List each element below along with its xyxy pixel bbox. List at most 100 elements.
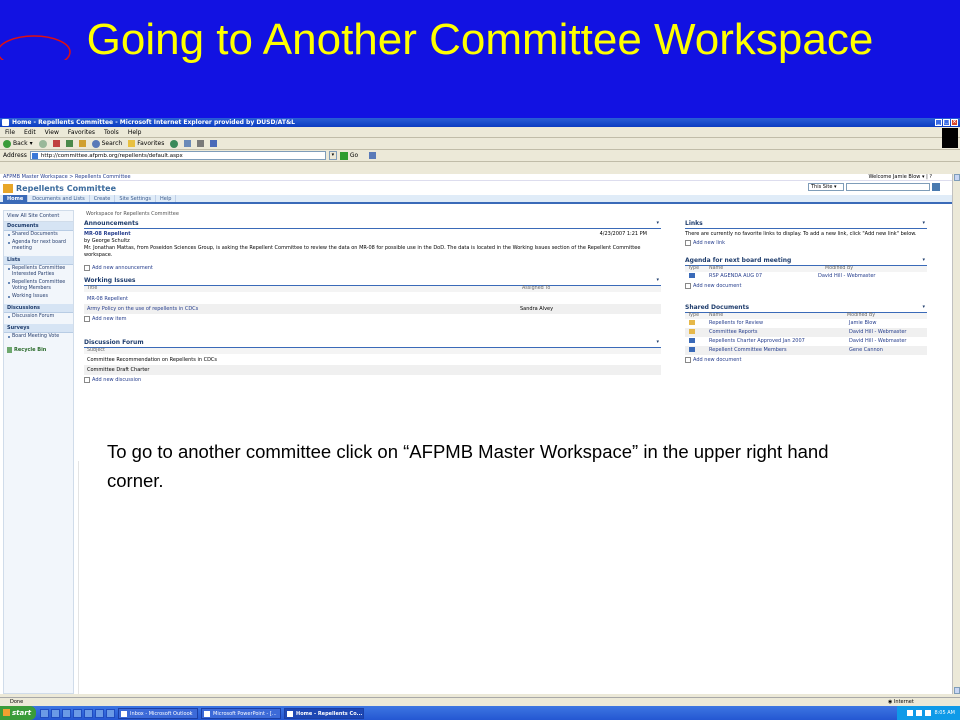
window-titlebar[interactable]: Home - Repellents Committee - Microsoft … (0, 118, 960, 127)
column-type[interactable]: Type (685, 266, 699, 271)
vertical-scrollbar[interactable] (952, 174, 960, 694)
column-assigned-to[interactable]: Assigned To (522, 286, 550, 292)
nav-item-agenda[interactable]: Agenda for next board meeting (4, 239, 73, 253)
tab-site-settings[interactable]: Site Settings (115, 195, 157, 202)
stop-icon[interactable] (52, 140, 60, 147)
site-title[interactable]: Repellents Committee (16, 184, 116, 193)
nav-item-interested-parties[interactable]: Repellents Committee Interested Parties (4, 265, 73, 279)
webpart-menu-icon[interactable]: ▾ (922, 220, 925, 226)
address-dropdown[interactable]: ▾ (328, 151, 337, 160)
webpart-menu-icon[interactable]: ▾ (922, 257, 925, 263)
webpart-menu-icon[interactable]: ▾ (922, 304, 925, 310)
shared-doc-name[interactable]: Repellents for Review (709, 319, 763, 328)
add-announcement-link[interactable]: Add new announcement (84, 265, 661, 271)
quicklaunch-desktop-icon[interactable] (40, 708, 50, 718)
add-agenda-document-link[interactable]: Add new document (685, 283, 927, 289)
tab-help[interactable]: Help (156, 195, 177, 202)
minimize-button[interactable]: _ (935, 119, 942, 126)
menu-file[interactable]: File (5, 127, 15, 137)
webpart-menu-icon[interactable]: ▾ (656, 220, 659, 226)
forward-arrow-icon[interactable] (38, 139, 47, 148)
shared-doc-name[interactable]: Repellents Charter Approved Jan 2007 (709, 337, 805, 346)
tray-icon[interactable] (925, 710, 932, 716)
shared-doc-modified[interactable]: David Hill - Webmaster (849, 328, 906, 337)
shared-doc-name[interactable]: Committee Reports (709, 328, 758, 337)
announcement-title[interactable]: MR-08 Repellent (84, 231, 131, 237)
quicklaunch-powerpoint-icon[interactable] (73, 708, 83, 718)
start-button[interactable]: start (0, 706, 37, 720)
close-button[interactable]: × (951, 119, 958, 126)
tab-home[interactable]: Home (3, 195, 29, 202)
menu-view[interactable]: View (45, 127, 59, 137)
breadcrumb-link[interactable]: AFPMB Master Workspace > Repellents Comm… (3, 174, 131, 180)
menu-edit[interactable]: Edit (24, 127, 36, 137)
webpart-menu-icon[interactable]: ▾ (656, 277, 659, 283)
shared-doc-modified[interactable]: Gene Cannon (849, 346, 883, 355)
column-type[interactable]: Type (685, 313, 699, 318)
add-discussion-link[interactable]: Add new discussion (84, 377, 661, 383)
refresh-icon[interactable] (65, 140, 73, 147)
add-shared-document-link[interactable]: Add new document (685, 357, 927, 363)
home-icon[interactable] (78, 140, 86, 147)
quicklaunch-word-icon[interactable] (51, 708, 61, 718)
search-scope-select[interactable]: This Site ▾ (808, 183, 844, 191)
scroll-down-arrow-icon[interactable] (954, 687, 960, 694)
task-internet-explorer[interactable]: Home - Repellents Co... (284, 707, 365, 719)
status-text: Done (10, 699, 24, 705)
add-link-link[interactable]: Add new link (685, 240, 927, 246)
issue-title[interactable]: MR-08 Repellent (84, 296, 128, 302)
menu-favorites[interactable]: Favorites (68, 127, 95, 137)
issue-title[interactable]: Army Policy on the use of repellents in … (84, 306, 198, 312)
quicklaunch-ie-icon[interactable] (95, 708, 105, 718)
agenda-doc-modified[interactable]: David Hill - Webmaster (818, 272, 875, 281)
search-input[interactable] (846, 183, 930, 191)
search-go-icon[interactable] (932, 183, 940, 191)
search-button[interactable]: Search (91, 138, 122, 150)
agenda-doc-name[interactable]: RSP AGENDA AUG 07 (709, 272, 762, 281)
menu-help[interactable]: Help (128, 127, 142, 137)
tray-icon[interactable] (916, 710, 923, 716)
shared-doc-modified[interactable]: Jamie Blow (849, 319, 876, 328)
nav-heading-lists[interactable]: Lists (4, 256, 73, 265)
tray-icon[interactable] (907, 710, 914, 716)
favorites-button[interactable]: Favorites (128, 138, 164, 150)
nav-heading-surveys[interactable]: Surveys (4, 324, 73, 333)
tab-create[interactable]: Create (90, 195, 116, 202)
quicklaunch-outlook-icon[interactable] (84, 708, 94, 718)
add-item-link[interactable]: Add new item (84, 316, 661, 322)
discussion-thread[interactable]: Committee Recommendation on Repellents i… (84, 355, 661, 365)
mail-icon[interactable] (184, 140, 192, 147)
column-subject[interactable]: Subject (84, 348, 661, 354)
shared-doc-name[interactable]: Repellent Committee Members (709, 346, 787, 355)
discussion-thread[interactable]: Committee Draft Charter (84, 365, 661, 375)
scroll-up-arrow-icon[interactable] (954, 174, 960, 181)
maximize-button[interactable]: □ (943, 119, 950, 126)
nav-item-shared-documents[interactable]: Shared Documents (4, 231, 73, 239)
go-button[interactable]: Go (339, 151, 358, 160)
column-title[interactable]: Title (84, 286, 97, 291)
address-input[interactable]: http://committee.afpmb.org/repellents/de… (29, 151, 326, 160)
nav-heading-discussions[interactable]: Discussions (4, 304, 73, 313)
webpart-menu-icon[interactable]: ▾ (656, 339, 659, 345)
print-icon[interactable] (197, 140, 205, 147)
history-icon[interactable] (170, 139, 179, 148)
task-outlook[interactable]: Inbox - Microsoft Outlook (118, 707, 199, 719)
nav-item-voting-members[interactable]: Repellents Committee Voting Members (4, 279, 73, 293)
nav-item-working-issues[interactable]: Working Issues (4, 293, 73, 301)
nav-item-board-meeting-vote[interactable]: Board Meeting Vote (4, 333, 73, 341)
quicklaunch-excel-icon[interactable] (62, 708, 72, 718)
recycle-bin-link[interactable]: Recycle Bin (4, 345, 73, 355)
view-all-content-link[interactable]: View All Site Content (4, 211, 73, 222)
links-header: Links ▾ (685, 220, 927, 229)
links-icon[interactable] (369, 152, 377, 159)
menu-tools[interactable]: Tools (104, 127, 119, 137)
quicklaunch-folder-icon[interactable] (106, 708, 116, 718)
tab-documents-and-lists[interactable]: Documents and Lists (28, 195, 90, 202)
nav-item-discussion-forum[interactable]: Discussion Forum (4, 313, 73, 321)
task-powerpoint[interactable]: Microsoft PowerPoint - [... (201, 707, 282, 719)
nav-heading-documents[interactable]: Documents (4, 222, 73, 231)
edit-icon[interactable] (210, 140, 218, 147)
welcome-user[interactable]: Welcome Jamie Blow ▾ | ? (868, 174, 932, 181)
back-button[interactable]: Back ▾ (3, 138, 33, 150)
shared-doc-modified[interactable]: David Hill - Webmaster (849, 337, 906, 346)
